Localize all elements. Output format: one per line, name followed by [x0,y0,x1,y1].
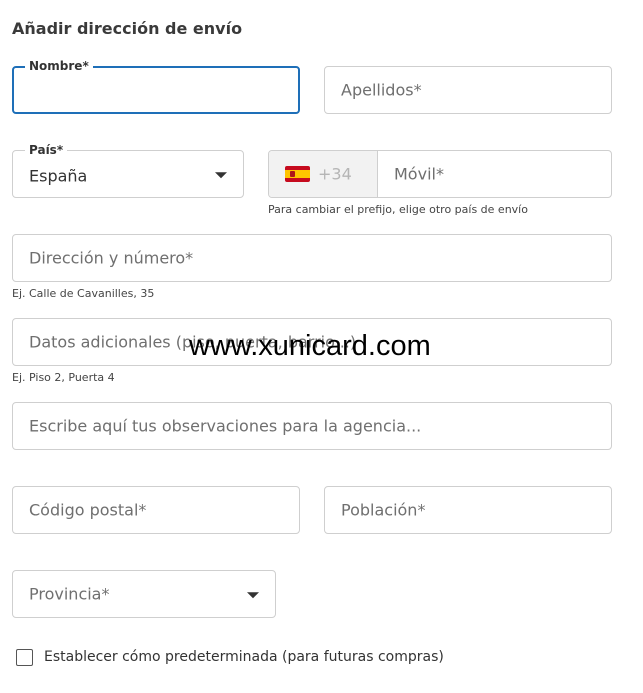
chevron-down-icon [215,172,227,179]
form-title: Añadir dirección de envío [12,19,243,38]
movil-placeholder: Móvil* [394,164,444,184]
movil-helper: Para cambiar el prefijo, elige otro país… [268,203,528,216]
direccion-field[interactable]: Dirección y número* [12,234,612,282]
spain-flag-icon [285,166,310,182]
pais-label: País* [25,142,68,158]
predeterminada-checkbox[interactable] [16,649,33,666]
apellidos-placeholder: Apellidos* [341,80,422,100]
direccion-helper: Ej. Calle de Cavanilles, 35 [12,287,155,300]
chevron-down-icon [247,592,259,599]
pais-select[interactable]: País* España [12,142,244,198]
direccion-placeholder: Dirección y número* [29,248,194,268]
pais-value: España [29,166,88,186]
watermark: www.xunicard.com [189,330,431,362]
movil-field[interactable]: +34 Móvil* [268,150,612,198]
nombre-label: Nombre* [25,58,93,74]
observaciones-placeholder: Escribe aquí tus observaciones para la a… [29,416,422,436]
nombre-field[interactable]: Nombre* [12,58,300,114]
observaciones-field[interactable]: Escribe aquí tus observaciones para la a… [12,402,612,450]
poblacion-field[interactable]: Población* [324,486,612,534]
phone-prefix: +34 [269,151,378,197]
provincia-placeholder: Provincia* [29,584,110,604]
poblacion-placeholder: Población* [341,500,426,520]
apellidos-field[interactable]: Apellidos* [324,66,612,114]
predeterminada-label: Establecer cómo predeterminada (para fut… [44,649,444,665]
phone-prefix-text: +34 [318,164,352,184]
codigo-postal-field[interactable]: Código postal* [12,486,300,534]
shipping-address-form: Añadir dirección de envío Nombre* Apelli… [0,0,643,693]
datos-adicionales-helper: Ej. Piso 2, Puerta 4 [12,371,115,384]
codigo-postal-placeholder: Código postal* [29,500,147,520]
provincia-select[interactable]: Provincia* [12,570,276,618]
